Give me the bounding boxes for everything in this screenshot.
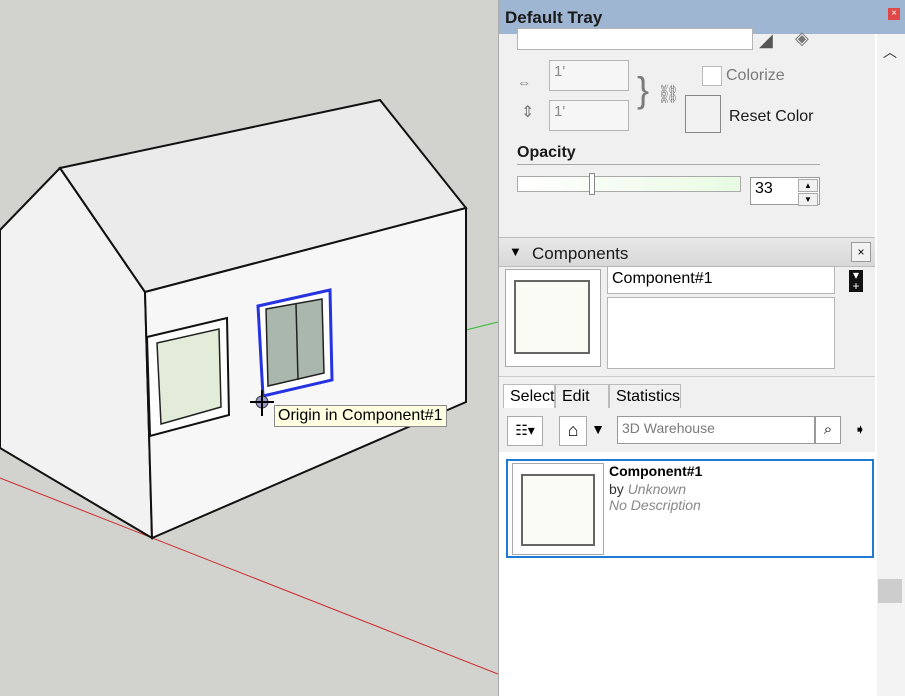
details-arrow-icon[interactable]: ➧ — [849, 416, 871, 444]
expand-details-icon[interactable]: ▾ + — [849, 269, 863, 292]
texture-height-field[interactable]: 1' — [549, 100, 629, 131]
component-preview-image — [514, 280, 590, 354]
house-model[interactable] — [0, 0, 498, 696]
brace-icon: } — [637, 69, 650, 110]
opacity-slider[interactable] — [517, 173, 741, 195]
list-item-thumbnail-image — [521, 474, 595, 546]
spinner-up-icon[interactable]: ▲ — [798, 179, 818, 192]
components-divider — [499, 376, 875, 377]
tab-select[interactable]: Select — [503, 384, 555, 408]
components-title: Components — [532, 244, 629, 263]
author-name: Unknown — [627, 481, 687, 497]
list-item-author: by Unknown — [609, 481, 686, 497]
left-window-glass — [156, 328, 222, 425]
search-icon[interactable]: ⌕ — [815, 416, 841, 444]
opacity-spinner-buttons: ▲ ▼ — [798, 179, 818, 206]
tray-title: Default Tray — [505, 8, 603, 27]
colorize-checkbox[interactable] — [702, 66, 722, 86]
aspect-lock-icon[interactable]: ⛓ — [657, 84, 680, 105]
green-axis — [465, 321, 498, 331]
modeling-viewport[interactable]: Origin in Component#1 — [0, 0, 498, 696]
collapse-arrow-icon[interactable]: ▼ — [509, 244, 522, 259]
author-prefix: by — [609, 481, 624, 497]
list-item-description: No Description — [609, 497, 701, 513]
opacity-value: 33 — [755, 180, 773, 197]
red-axis — [0, 477, 498, 675]
list-item-thumbnail — [512, 463, 604, 555]
component-name-field[interactable]: Component#1 — [607, 266, 835, 294]
default-tray: Default Tray × ◢ ◈ ⇔ 1' ⇕ 1' } ⛓ Coloriz… — [498, 0, 905, 696]
opacity-slider-thumb[interactable] — [589, 173, 595, 195]
opacity-spinner[interactable]: 33 ▲ ▼ — [750, 177, 820, 206]
paint-bucket-icon[interactable]: ◢ — [759, 30, 773, 51]
height-arrows-icon: ⇕ — [521, 104, 535, 121]
component-preview — [505, 269, 601, 367]
warehouse-search-input[interactable]: 3D Warehouse — [617, 416, 815, 444]
component-description-field[interactable] — [607, 297, 835, 369]
components-panel-header[interactable]: ▼ Components × — [499, 237, 875, 267]
width-arrows-icon: ⇔ — [517, 74, 531, 90]
origin-tooltip: Origin in Component#1 — [274, 405, 447, 427]
components-close-icon[interactable]: × — [851, 242, 871, 262]
view-options-icon[interactable]: ☷▾ — [507, 416, 543, 446]
spinner-down-icon[interactable]: ▼ — [798, 193, 818, 206]
colorize-label: Colorize — [726, 67, 785, 84]
tab-statistics[interactable]: Statistics — [609, 384, 681, 408]
selected-window-glass — [265, 298, 325, 387]
home-icon[interactable]: ⌂ — [559, 416, 587, 446]
list-item-name: Component#1 — [609, 463, 703, 479]
tab-edit[interactable]: Edit — [555, 384, 609, 408]
reset-color-label: Reset Color — [729, 108, 814, 125]
reset-color-swatch[interactable] — [685, 95, 721, 133]
tray-close-icon[interactable]: × — [888, 8, 900, 20]
navigation-dropdown-icon[interactable]: ▼ — [587, 416, 609, 444]
opacity-label: Opacity — [517, 144, 576, 161]
scroll-up-chevron-icon[interactable]: ︿ — [883, 42, 897, 62]
texture-width-field[interactable]: 1' — [549, 60, 629, 91]
opacity-divider — [517, 164, 820, 165]
scrollbar-thumb[interactable] — [878, 579, 902, 603]
create-material-icon[interactable]: ◈ — [795, 28, 809, 49]
material-name-field[interactable] — [517, 28, 753, 50]
